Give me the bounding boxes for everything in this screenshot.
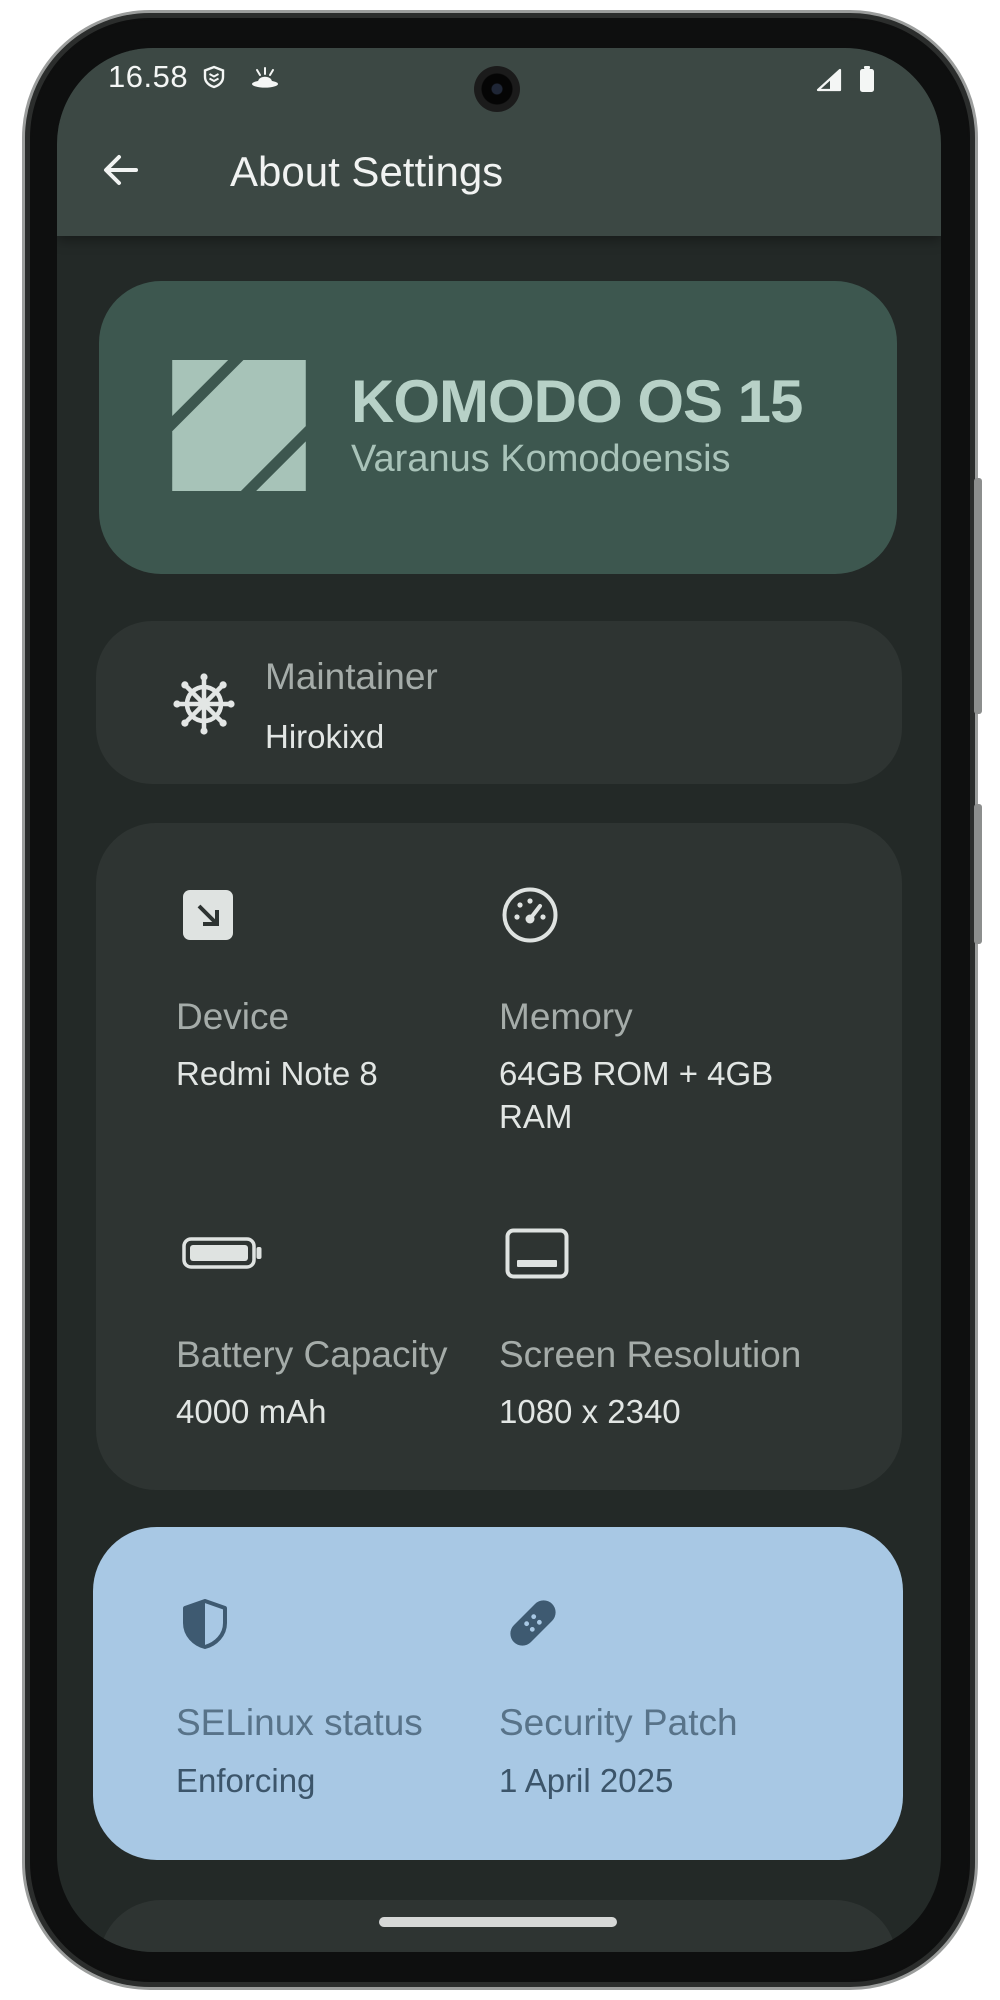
gauge-icon <box>501 886 559 944</box>
info-item-screen-resolution: Screen Resolution 1080 x 2340 <box>499 1223 839 1453</box>
status-time: 16.58 <box>108 59 189 94</box>
signal-icon <box>816 68 842 92</box>
os-codename: Varanus Komodoensis <box>351 438 731 480</box>
arrow-back-icon <box>101 150 141 190</box>
komodo-logo <box>172 360 306 491</box>
shield-icon <box>179 1597 231 1651</box>
os-banner-card: KOMODO OS 15 Varanus Komodoensis <box>99 281 897 574</box>
device-icon <box>182 889 234 941</box>
device-info-card: Device Redmi Note 8 Memory 64GB ROM + 4G… <box>96 823 902 1490</box>
battery-icon <box>182 1237 264 1269</box>
info-item-memory: Memory 64GB ROM + 4GB RAM <box>499 883 839 1203</box>
info-label: Battery Capacity <box>176 1334 448 1375</box>
maintainer-value: Hirokixd <box>265 718 385 755</box>
info-value: 4000 mAh <box>176 1393 327 1430</box>
info-item-selinux: SELinux status Enforcing <box>176 1587 486 1817</box>
info-item-battery: Battery Capacity 4000 mAh <box>176 1223 486 1453</box>
info-label: SELinux status <box>176 1702 423 1743</box>
security-card: SELinux status Enforcing Security Patch … <box>93 1527 903 1860</box>
info-value: 1080 x 2340 <box>499 1393 681 1430</box>
front-camera <box>474 66 520 112</box>
side-button-power <box>974 804 982 944</box>
info-value: Enforcing <box>176 1762 316 1799</box>
info-value: 64GB ROM + 4GB RAM <box>499 1055 774 1135</box>
info-label: Security Patch <box>499 1702 738 1743</box>
info-item-device: Device Redmi Note 8 <box>176 883 486 1203</box>
info-item-security-patch: Security Patch 1 April 2025 <box>499 1587 839 1817</box>
os-name: KOMODO OS 15 <box>351 368 803 435</box>
bandage-icon <box>504 1594 562 1652</box>
info-value: Redmi Note 8 <box>176 1055 378 1092</box>
info-label: Memory <box>499 996 633 1037</box>
battery-status-icon <box>859 66 875 92</box>
info-label: Screen Resolution <box>499 1334 802 1375</box>
page-title: About Settings <box>230 148 504 195</box>
home-indicator[interactable] <box>379 1917 617 1927</box>
shield-stack-icon <box>202 65 226 89</box>
side-button-volume <box>974 478 982 714</box>
info-value: 1 April 2025 <box>499 1762 674 1799</box>
maintainer-label: Maintainer <box>265 656 438 697</box>
info-label: Device <box>176 996 290 1037</box>
screen-icon <box>505 1228 569 1279</box>
ufo-icon <box>250 64 280 94</box>
maintainer-card[interactable]: Maintainer Hirokixd <box>96 621 902 784</box>
back-button[interactable] <box>101 150 141 190</box>
ship-wheel-icon <box>172 672 236 736</box>
screen: 16.58 About Settings KOMODO OS 15 Varanu… <box>57 48 941 1952</box>
